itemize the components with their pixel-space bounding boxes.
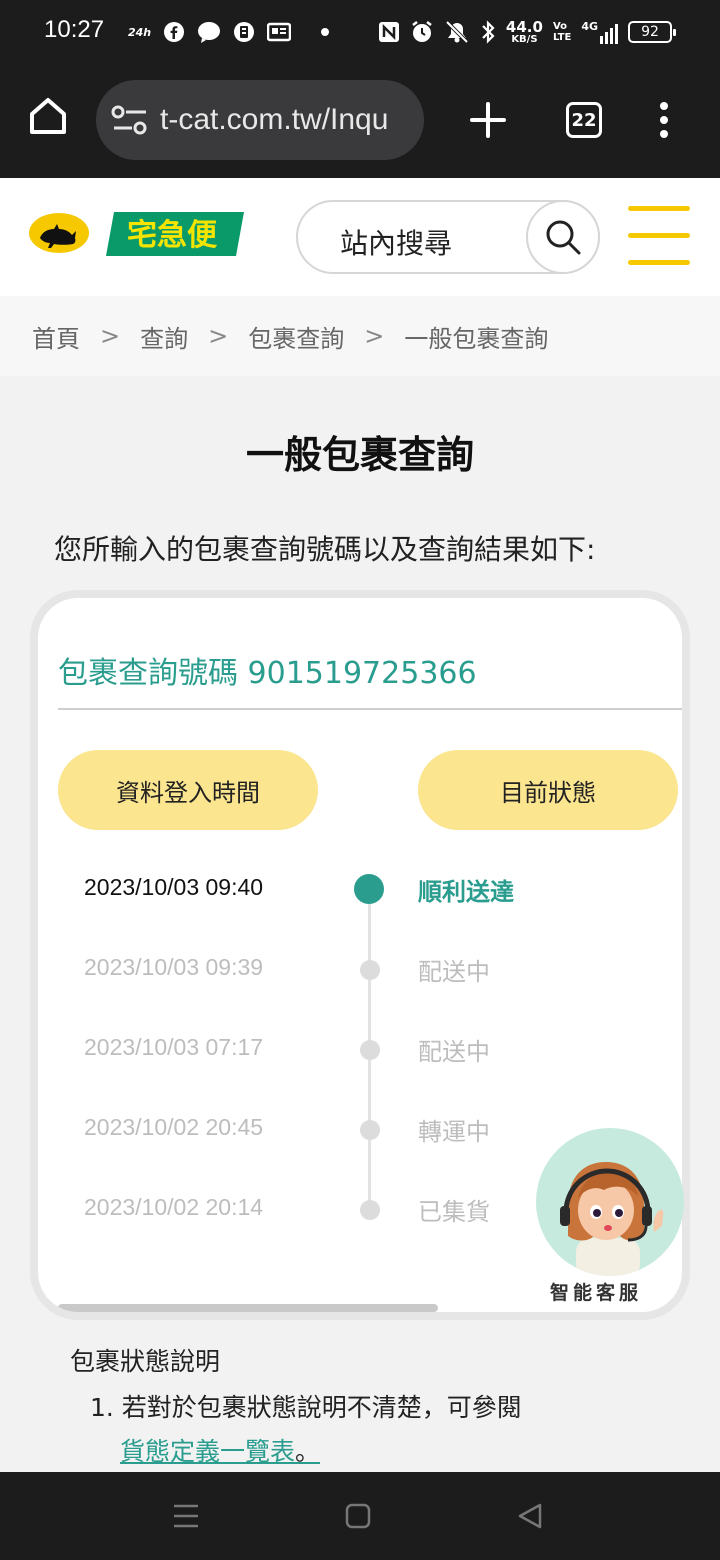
black-cat-logo[interactable] [28,212,90,254]
site-settings-icon[interactable] [110,104,150,136]
status-definition-link[interactable]: 貨態定義一覽表 [120,1437,295,1466]
breadcrumb: 首頁 > 查詢 > 包裹查詢 > 一般包裹查詢 [0,296,720,376]
tab-switcher-button[interactable]: 22 [566,102,602,138]
new-tab-icon[interactable] [468,100,508,140]
event-status: 轉運中 [418,1118,490,1146]
event-status: 已集貨 [418,1198,490,1226]
more-options-icon[interactable] [656,100,672,140]
event-status: 配送中 [418,958,490,986]
mute-icon [445,20,469,44]
back-icon[interactable] [516,1502,544,1530]
site-search[interactable]: 站內搜尋 [296,200,600,274]
event-time: 2023/10/03 07:17 [84,1034,264,1060]
status-description-item: 1. 若對於包裹狀態說明不清楚，可參閱 [90,1393,522,1422]
chevron-right-icon: > [100,322,121,350]
timeline-dot [360,1120,380,1140]
recent-apps-icon[interactable] [172,1502,200,1530]
tracking-number: 包裹查詢號碼 901519725366 [58,656,477,691]
link-trailing-punctuation: 。 [295,1437,321,1466]
timeline-dot [360,1040,380,1060]
breadcrumb-query[interactable]: 查詢 [140,319,188,354]
intro-text: 您所輸入的包裹查詢號碼以及查詢結果如下: [54,533,596,566]
hamburger-menu-icon[interactable] [628,204,692,268]
chevron-right-icon: > [208,322,229,350]
network-type: 4G [581,20,598,33]
timeline-row: 2023/10/03 09:39 配送中 [38,930,682,1010]
home-icon[interactable] [26,94,70,138]
notification-icons: 24h [128,16,330,48]
news-icon [267,22,292,42]
search-icon [546,220,581,255]
brand-logo[interactable]: 宅急便 [106,212,244,256]
status-definition-link-wrap: 貨態定義一覽表。 [120,1432,320,1468]
24h-icon: 24h [128,25,152,39]
volte-label: Vo LTE [552,21,572,43]
status-bar: 10:27 24h 44.0 KB/S Vo LTE 4G 92 [0,0,720,64]
signal-icon: 4G [581,20,618,44]
alarm-icon [412,21,432,42]
divider [58,708,682,710]
bluetooth-icon [482,20,495,44]
page-title: 一般包裹查詢 [245,433,474,477]
address-bar[interactable]: t-cat.com.tw/Inqu [96,80,424,160]
event-status: 配送中 [418,1038,490,1066]
breadcrumb-home[interactable]: 首頁 [32,319,80,354]
timeline-dot [360,960,380,980]
scrollbar-thumb[interactable] [58,1304,438,1312]
system-icons: 44.0 KB/S Vo LTE 4G 92 [378,14,676,50]
breadcrumb-parcel-query[interactable]: 包裹查詢 [248,319,344,354]
brand-text: 宅急便 [127,218,218,253]
home-nav-icon[interactable] [344,1502,372,1530]
main-content: 一般包裹查詢 您所輸入的包裹查詢號碼以及查詢結果如下: 包裹查詢號碼 90151… [0,376,720,1472]
search-label[interactable]: 站內搜尋 [340,222,452,262]
url-text[interactable]: t-cat.com.tw/Inqu [160,103,388,137]
agent-avatar-icon [560,1162,664,1276]
battery-level: 92 [641,24,659,40]
facebook-icon [164,22,185,42]
smart-customer-service-button[interactable]: 智能客服 [536,1128,686,1318]
more-notifications-dot [321,28,330,36]
browser-toolbar: t-cat.com.tw/Inqu 22 [0,64,720,178]
network-speed: 44.0 KB/S [505,17,543,45]
speed-value: 44.0 [505,17,543,36]
breadcrumb-current: 一般包裹查詢 [404,324,549,353]
tab-count: 22 [571,109,597,131]
column-header-status: 目前狀態 [418,750,678,830]
assistant-avatar[interactable] [536,1128,684,1276]
status-description-title: 包裹狀態說明 [70,1347,221,1376]
battery-indicator: 92 [628,21,676,43]
event-time: 2023/10/03 09:39 [84,954,264,980]
messenger-icon [198,22,221,43]
event-time: 2023/10/02 20:14 [84,1194,264,1220]
event-status: 順利送達 [418,878,514,906]
app-icon [234,22,255,42]
system-navigation-bar [0,1472,720,1560]
event-time: 2023/10/03 09:40 [84,874,264,900]
timeline-row: 2023/10/03 09:40 順利送達 [38,850,682,930]
timeline-dot [360,1200,380,1220]
nfc-icon [378,22,399,42]
event-time: 2023/10/02 20:45 [84,1114,264,1140]
timeline-row: 2023/10/03 07:17 配送中 [38,1010,682,1090]
chevron-right-icon: > [364,322,385,350]
speed-unit: KB/S [511,33,538,45]
assistant-label[interactable]: 智能客服 [536,1278,656,1305]
timeline-dot-active [354,874,384,904]
site-header: 宅急便 站內搜尋 [0,178,720,296]
clock: 10:27 [44,16,105,43]
column-header-time: 資料登入時間 [58,750,318,830]
search-button[interactable] [526,200,600,274]
